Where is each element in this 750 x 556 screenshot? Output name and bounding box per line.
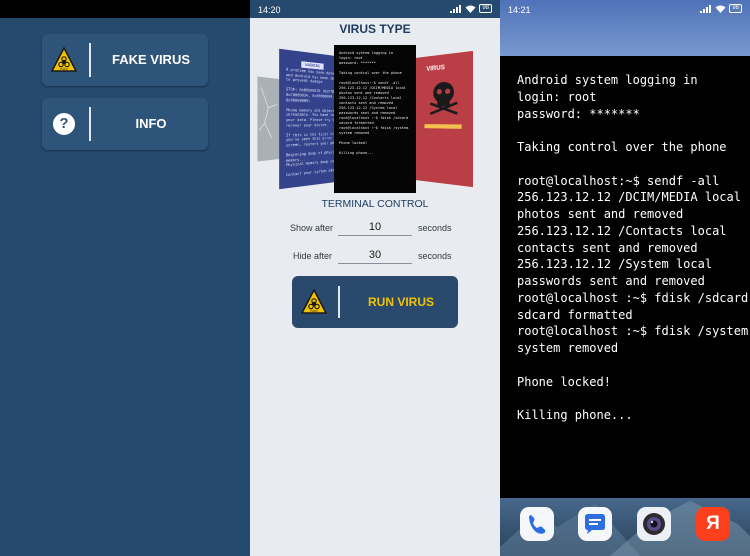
terminal-card-text: Android system logging in login: root pa…: [339, 51, 409, 155]
status-time: 14:21: [508, 5, 531, 15]
fake-virus-button[interactable]: TOXIC FAKE VIRUS: [42, 34, 208, 86]
fake-virus-label: FAKE VIRUS: [111, 52, 190, 67]
status-bar: 14:21 98: [500, 0, 750, 18]
virus-card-screen-crack[interactable]: [257, 76, 282, 162]
phone-icon[interactable]: [520, 507, 554, 541]
phone-handset-icon: [529, 515, 546, 534]
button-divider: [89, 107, 91, 141]
hazard-sign-text: TOXIC: [60, 67, 68, 71]
wifi-icon: [715, 5, 726, 13]
terminal-overlay[interactable]: Android system logging in login: root pa…: [500, 56, 750, 498]
hide-after-unit: seconds: [418, 251, 452, 261]
biohazard-warning-icon: TOXIC: [301, 289, 327, 314]
status-bar: [0, 0, 250, 18]
signal-icon: [450, 4, 462, 13]
show-after-unit: seconds: [418, 223, 452, 233]
status-time: 14:20: [258, 5, 281, 15]
hazard-sign-text: TOXIC: [310, 309, 318, 313]
main-menu-screen: TOXIC FAKE VIRUS ? INFO: [0, 0, 250, 556]
camera-lens-icon: [643, 513, 665, 535]
virus-type-title: VIRUS TYPE: [339, 22, 411, 36]
button-divider: [338, 286, 340, 318]
info-label: INFO: [135, 116, 167, 131]
status-bar: 14:20 98: [250, 0, 500, 18]
button-divider: [89, 43, 91, 77]
hide-after-label: Hide after: [293, 251, 333, 261]
virus-card-terminal-control[interactable]: Android system logging in login: root pa…: [334, 45, 416, 193]
yandex-icon[interactable]: Я: [696, 507, 730, 541]
biohazard-warning-icon: TOXIC: [51, 47, 77, 72]
battery-icon: 98: [729, 4, 742, 13]
red-card-bar: [424, 124, 462, 129]
fake-terminal-screen: 14:21 98 Android system logging in login…: [500, 0, 750, 556]
terminal-text: Android system logging in login: root pa…: [517, 73, 749, 422]
virus-card-skull[interactable]: VIRUS: [415, 50, 474, 188]
wifi-icon: [465, 5, 476, 13]
signal-icon: [700, 4, 712, 13]
crack-pattern-icon: [257, 77, 281, 162]
camera-icon[interactable]: [637, 507, 671, 541]
hide-after-input[interactable]: 30: [338, 249, 412, 264]
red-card-title: VIRUS: [426, 64, 445, 73]
battery-icon: 98: [479, 4, 492, 13]
show-after-input[interactable]: 10: [338, 221, 412, 236]
skull-crossbones-icon: [428, 81, 459, 116]
run-virus-label: RUN VIRUS: [367, 295, 434, 309]
selected-virus-type: TERMINAL CONTROL: [321, 198, 429, 210]
show-after-label: Show after: [290, 223, 334, 233]
virus-card-bsod[interactable]: WARNING A problem has been detected and …: [279, 48, 336, 190]
chat-bubble-icon: [585, 514, 605, 534]
messages-icon[interactable]: [578, 507, 612, 541]
help-circle-icon: ?: [53, 113, 75, 135]
info-button[interactable]: ? INFO: [42, 98, 208, 150]
run-virus-button[interactable]: TOXIC RUN VIRUS: [292, 276, 458, 328]
